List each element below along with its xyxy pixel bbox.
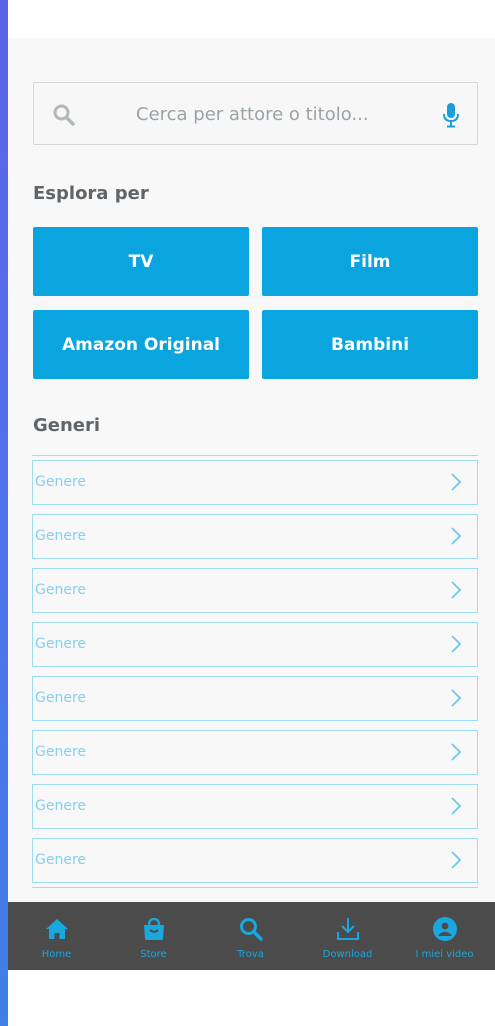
search-placeholder[interactable]: Cerca per attore o titolo...: [136, 103, 369, 127]
search-bar[interactable]: Cerca per attore o titolo...: [33, 82, 478, 145]
chevron-right-icon: [451, 635, 462, 653]
nav-label: Store: [140, 949, 167, 960]
nav-label: I miei video: [415, 949, 474, 960]
genre-list-top-divider: [32, 455, 478, 456]
genre-row[interactable]: Genere: [32, 514, 478, 559]
home-icon: [45, 919, 68, 939]
genre-row[interactable]: Genere: [32, 730, 478, 775]
genre-label: Genere: [35, 636, 87, 652]
genre-row[interactable]: Genere: [32, 622, 478, 667]
status-bar: [8, 0, 495, 38]
nav-item-trova[interactable]: Trova: [202, 902, 299, 970]
genre-row[interactable]: Genere: [32, 676, 478, 721]
genre-row[interactable]: Genere: [32, 460, 478, 505]
chevron-right-icon: [451, 851, 462, 869]
genre-label: Genere: [35, 690, 87, 706]
genre-label: Genere: [35, 744, 87, 760]
chevron-right-icon: [451, 743, 462, 761]
genre-label: Genere: [35, 852, 87, 868]
nav-label: Trova: [237, 949, 264, 960]
nav-item-i-miei-video[interactable]: I miei video: [396, 902, 493, 970]
chevron-right-icon: [451, 689, 462, 707]
nav-label: Home: [41, 949, 72, 960]
download-icon: [336, 918, 359, 940]
genre-label: Genere: [35, 582, 87, 598]
genre-list-bottom-divider: [32, 887, 478, 888]
genre-label: Genere: [35, 798, 87, 814]
explore-tile-bambini[interactable]: Bambini: [262, 310, 478, 379]
genre-row[interactable]: Genere: [32, 838, 478, 883]
chevron-right-icon: [451, 473, 462, 491]
nav-item-home[interactable]: Home: [8, 902, 105, 970]
search-page: Cerca per attore o titolo... Esplora per…: [8, 38, 495, 902]
nav-item-store[interactable]: Store: [105, 902, 202, 970]
phone-screen: Cerca per attore o titolo... Esplora per…: [8, 0, 495, 1026]
explore-tile-amazon-original[interactable]: Amazon Original: [33, 310, 249, 379]
explore-tile-tv[interactable]: TV: [33, 227, 249, 296]
user-icon: [432, 917, 457, 941]
explore-title: Esplora per: [33, 183, 149, 204]
chevron-right-icon: [451, 527, 462, 545]
search-icon: [53, 104, 75, 126]
genre-row[interactable]: Genere: [32, 568, 478, 613]
nav-item-download[interactable]: Download: [299, 902, 396, 970]
microphone-icon[interactable]: [442, 102, 460, 128]
explore-tile-film[interactable]: Film: [262, 227, 478, 296]
genre-label: Genere: [35, 528, 87, 544]
bottom-nav-bar: Home Store Trova Download I miei video: [8, 902, 495, 970]
chevron-right-icon: [451, 581, 462, 599]
store-bag-icon: [143, 917, 164, 940]
search-icon: [239, 918, 263, 941]
genre-row[interactable]: Genere: [32, 784, 478, 829]
genre-label: Genere: [35, 474, 87, 490]
nav-label: Download: [322, 949, 373, 960]
chevron-right-icon: [451, 797, 462, 815]
genres-title: Generi: [33, 415, 101, 436]
